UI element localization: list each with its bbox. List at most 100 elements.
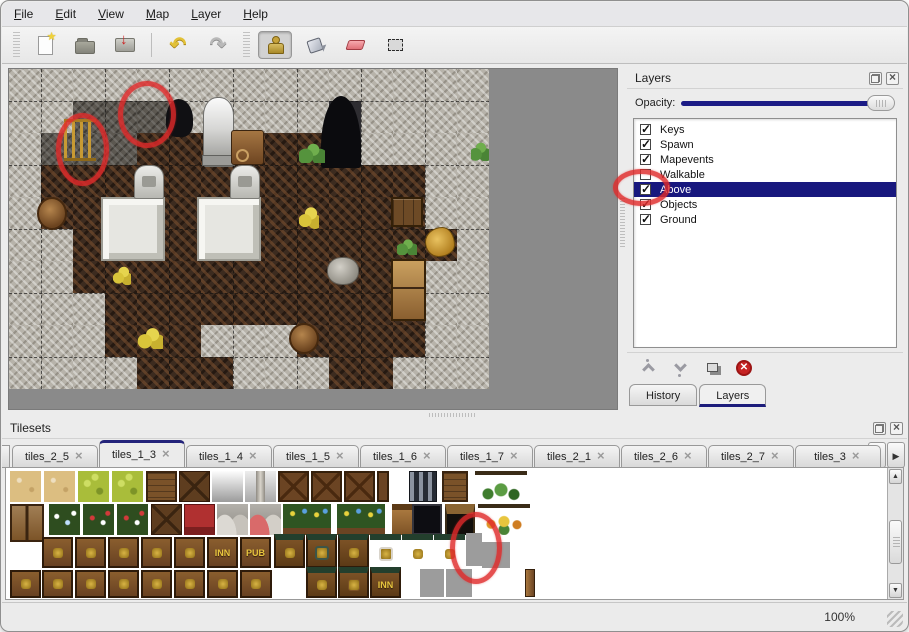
tileset-tile-sign-sword[interactable]: [42, 537, 73, 568]
tileset-tile-beam[interactable]: [344, 471, 375, 502]
tileset-tile-hsign-pot[interactable]: [306, 567, 337, 598]
layer-row-spawn[interactable]: Spawn: [634, 137, 896, 152]
close-panel-icon[interactable]: [890, 422, 903, 435]
tileset-tile-planter[interactable]: [283, 504, 331, 535]
tileset-tile-sign-inn[interactable]: INN: [207, 537, 238, 568]
layer-row-ground[interactable]: Ground: [634, 212, 896, 227]
menu-layer[interactable]: Layer: [191, 7, 221, 21]
tileset-tab-tiles_1_5[interactable]: tiles_1_5: [273, 445, 359, 468]
tileset-tile-crate[interactable]: [442, 471, 468, 502]
tileset-tile-flowersr[interactable]: [83, 504, 114, 535]
horizontal-splitter[interactable]: [2, 411, 907, 418]
tileset-tile-planter[interactable]: [337, 504, 385, 535]
menu-file[interactable]: File: [14, 7, 33, 21]
tileset-tile-hsign-beer[interactable]: [338, 567, 369, 598]
vertical-splitter[interactable]: [619, 68, 626, 410]
tileset-tile-flowersw[interactable]: [49, 504, 80, 535]
close-tab-icon[interactable]: [852, 452, 862, 462]
menu-view[interactable]: View: [98, 7, 124, 21]
tileset-tile-sign-coin[interactable]: [108, 570, 139, 598]
tileset-tile-sign-pentagram[interactable]: [42, 570, 73, 598]
tileset-tile-sand[interactable]: [44, 471, 75, 502]
tileset-tile-hsign-inn[interactable]: INN: [370, 567, 401, 598]
float-panel-icon[interactable]: [873, 422, 886, 435]
opacity-slider-handle[interactable]: [867, 95, 895, 111]
move-layer-down-button[interactable]: [667, 356, 693, 380]
eraser-tool-button[interactable]: [338, 31, 372, 59]
tileset-tile-beamhalf[interactable]: [377, 471, 389, 502]
delete-layer-button[interactable]: ✕: [731, 356, 757, 380]
tileset-tile-beam[interactable]: [311, 471, 342, 502]
menu-help[interactable]: Help: [243, 7, 268, 21]
partial-tab[interactable]: [2, 445, 10, 468]
tileset-tile-hsign-horse[interactable]: [402, 534, 433, 568]
tileset-tile-sign-rat[interactable]: [108, 537, 139, 568]
tileset-tile-hsign-horse2[interactable]: [434, 534, 465, 568]
tileset-tile-darkwin[interactable]: [412, 504, 442, 535]
close-tab-icon[interactable]: [336, 452, 346, 462]
tileset-tile-winbars[interactable]: [409, 471, 437, 502]
select-tool-button[interactable]: [378, 31, 412, 59]
tileset-tile-woodpost[interactable]: [525, 569, 535, 597]
menu-map[interactable]: Map: [146, 7, 169, 21]
tileset-tile-sign-teapot[interactable]: [174, 537, 205, 568]
scrollbar-thumb[interactable]: [889, 520, 902, 564]
tileset-tab-tiles_1_7[interactable]: tiles_1_7: [447, 445, 533, 468]
tileset-tile-redtable[interactable]: [184, 504, 215, 535]
new-file-button[interactable]: [28, 31, 62, 59]
layer-row-walkable[interactable]: Walkable: [634, 167, 896, 182]
layer-row-objects[interactable]: Objects: [634, 197, 896, 212]
tileset-tile-shutters[interactable]: [10, 504, 44, 542]
close-tab-icon[interactable]: [684, 452, 694, 462]
tileset-tile-sign-shield[interactable]: [75, 537, 106, 568]
tileset-tile-woodx[interactable]: [151, 504, 182, 535]
tileset-tab-tiles_2_5[interactable]: tiles_2_5: [12, 445, 98, 468]
layer-checkbox[interactable]: [640, 124, 651, 135]
resize-grip[interactable]: [887, 611, 903, 627]
scroll-down-button[interactable]: ▼: [889, 583, 902, 598]
tileset-tile-gray[interactable]: [420, 569, 444, 597]
layer-row-above[interactable]: Above: [634, 182, 896, 197]
layer-checkbox[interactable]: [640, 154, 651, 165]
scroll-up-button[interactable]: ▲: [889, 469, 902, 484]
tileset-tile-sign-staff[interactable]: [75, 570, 106, 598]
tileset-tile-sign-dragon[interactable]: [240, 570, 272, 598]
tileset-tile-woodx[interactable]: [179, 471, 210, 502]
close-tab-icon[interactable]: [75, 452, 85, 462]
fill-tool-button[interactable]: [298, 31, 332, 59]
tileset-tile-sign-boots[interactable]: [141, 570, 172, 598]
move-layer-up-button[interactable]: [635, 356, 661, 380]
close-tab-icon[interactable]: [771, 452, 781, 462]
stamp-tool-button[interactable]: [258, 31, 292, 59]
tileset-tile-hsign-wheel[interactable]: [306, 534, 337, 568]
tileset-tab-tiles_3[interactable]: tiles_3: [795, 445, 881, 468]
tileset-tile-sign-utensils[interactable]: [10, 570, 41, 598]
tileset-tile-sign-pot[interactable]: [141, 537, 172, 568]
tileset-tile-hangplant[interactable]: [475, 471, 527, 502]
toolbar-grip[interactable]: [243, 32, 250, 58]
tileset-tile-hsign-blank[interactable]: [274, 534, 305, 568]
tab-history[interactable]: History: [629, 384, 697, 406]
close-tab-icon[interactable]: [423, 452, 433, 462]
tileset-tile-gray[interactable]: [446, 569, 472, 597]
toolbar-grip[interactable]: [13, 32, 20, 58]
undo-button[interactable]: ↶: [161, 31, 195, 59]
tileset-tab-tiles_1_6[interactable]: tiles_1_6: [360, 445, 446, 468]
tileset-tile-crate[interactable]: [146, 471, 177, 502]
map-canvas[interactable]: [8, 68, 618, 410]
tileset-tile-hsign-sword[interactable]: [338, 534, 369, 568]
tileset-tile-graygrad[interactable]: [212, 471, 243, 502]
redo-button[interactable]: ↷: [201, 31, 235, 59]
tab-layers[interactable]: Layers: [699, 384, 766, 407]
close-panel-icon[interactable]: [886, 72, 899, 85]
tileset-tile-awning[interactable]: [445, 504, 475, 535]
tileset-tile-archgray[interactable]: [217, 504, 248, 535]
tileset-tile-sand[interactable]: [10, 471, 41, 502]
tileset-image[interactable]: INNPUBINN: [7, 468, 886, 599]
tileset-tile-hangflowers[interactable]: [478, 504, 530, 535]
layer-row-mapevents[interactable]: Mapevents: [634, 152, 896, 167]
tileset-tab-tiles_1_4[interactable]: tiles_1_4: [186, 445, 272, 468]
float-panel-icon[interactable]: [869, 72, 882, 85]
tileset-tile-sign-ring[interactable]: [174, 570, 205, 598]
tileset-tile-sign-hammer[interactable]: [207, 570, 238, 598]
